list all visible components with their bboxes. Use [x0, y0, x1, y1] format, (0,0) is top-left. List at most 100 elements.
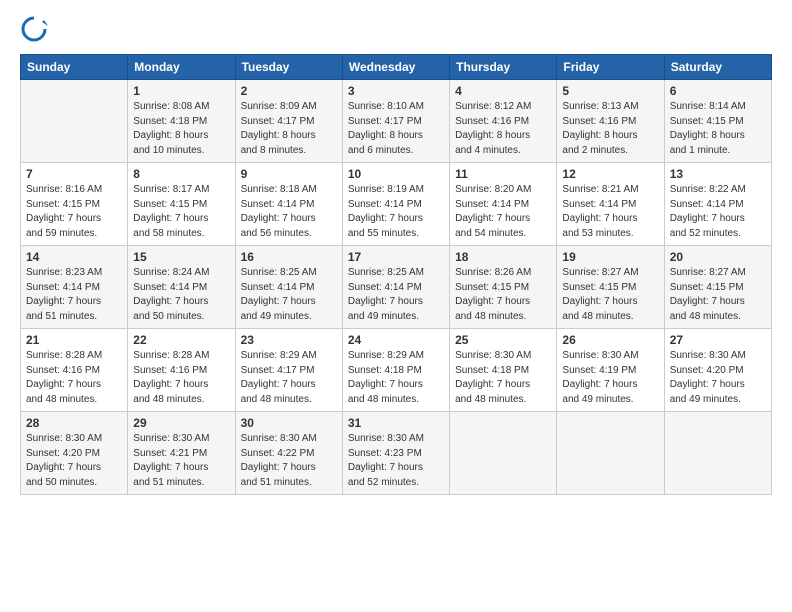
calendar-week-1: 7 Sunrise: 8:16 AM Sunset: 4:15 PM Daylig…: [21, 163, 772, 246]
calendar-cell: 29Sunrise: 8:30 AM Sunset: 4:21 PM Dayli…: [128, 412, 235, 495]
day-number: 4: [455, 84, 551, 98]
day-number: 11: [455, 167, 551, 181]
calendar-week-0: 1 Sunrise: 8:08 AM Sunset: 4:18 PM Daylig…: [21, 80, 772, 163]
calendar-cell: 26 Sunrise: 8:30 AM Sunset: 4:19 PM Dayli…: [557, 329, 664, 412]
day-info: Sunrise: 8:29 AM Sunset: 4:18 PM Dayligh…: [348, 349, 444, 407]
header-day-sunday: Sunday: [21, 55, 128, 80]
calendar-cell: [557, 412, 664, 495]
day-info: Sunrise: 8:13 AM Sunset: 4:16 PM Dayligh…: [562, 100, 658, 158]
day-number: 8: [133, 167, 229, 181]
day-number: 12: [562, 167, 658, 181]
calendar-cell: 31 Sunrise: 8:30 AM Sunset: 4:23 PM Dayli…: [342, 412, 449, 495]
calendar-week-2: 14 Sunrise: 8:23 AM Sunset: 4:14 PM Dayli…: [21, 246, 772, 329]
day-info: Sunrise: 8:30 AM Sunset: 4:18 PM Dayligh…: [455, 349, 551, 407]
day-number: 3: [348, 84, 444, 98]
calendar-week-3: 21Sunrise: 8:28 AM Sunset: 4:16 PM Dayli…: [21, 329, 772, 412]
day-info: Sunrise: 8:30 AM Sunset: 4:20 PM Dayligh…: [26, 432, 122, 490]
day-number: 27: [670, 333, 766, 347]
day-number: 25: [455, 333, 551, 347]
day-info: Sunrise: 8:20 AM Sunset: 4:14 PM Dayligh…: [455, 183, 551, 241]
calendar-cell: 16 Sunrise: 8:25 AM Sunset: 4:14 PM Dayli…: [235, 246, 342, 329]
day-info: Sunrise: 8:08 AM Sunset: 4:18 PM Dayligh…: [133, 100, 229, 158]
calendar-cell: 20 Sunrise: 8:27 AM Sunset: 4:15 PM Dayli…: [664, 246, 771, 329]
day-info: Sunrise: 8:18 AM Sunset: 4:14 PM Dayligh…: [241, 183, 337, 241]
calendar-cell: [450, 412, 557, 495]
day-number: 16: [241, 250, 337, 264]
calendar-cell: [21, 80, 128, 163]
calendar-week-4: 28 Sunrise: 8:30 AM Sunset: 4:20 PM Dayli…: [21, 412, 772, 495]
day-number: 23: [241, 333, 337, 347]
day-number: 17: [348, 250, 444, 264]
day-number: 22: [133, 333, 229, 347]
day-info: Sunrise: 8:28 AM Sunset: 4:16 PM Dayligh…: [133, 349, 229, 407]
day-info: Sunrise: 8:22 AM Sunset: 4:14 PM Dayligh…: [670, 183, 766, 241]
day-info: Sunrise: 8:27 AM Sunset: 4:15 PM Dayligh…: [562, 266, 658, 324]
day-info: Sunrise: 8:26 AM Sunset: 4:15 PM Dayligh…: [455, 266, 551, 324]
calendar-cell: 25 Sunrise: 8:30 AM Sunset: 4:18 PM Dayli…: [450, 329, 557, 412]
day-number: 26: [562, 333, 658, 347]
day-info: Sunrise: 8:30 AM Sunset: 4:23 PM Dayligh…: [348, 432, 444, 490]
day-info: Sunrise: 8:25 AM Sunset: 4:14 PM Dayligh…: [241, 266, 337, 324]
day-number: 2: [241, 84, 337, 98]
calendar-cell: 17 Sunrise: 8:25 AM Sunset: 4:14 PM Dayli…: [342, 246, 449, 329]
day-info: Sunrise: 8:16 AM Sunset: 4:15 PM Dayligh…: [26, 183, 122, 241]
day-number: 19: [562, 250, 658, 264]
day-info: Sunrise: 8:25 AM Sunset: 4:14 PM Dayligh…: [348, 266, 444, 324]
day-number: 20: [670, 250, 766, 264]
day-number: 24: [348, 333, 444, 347]
day-number: 29: [133, 416, 229, 430]
calendar-cell: [664, 412, 771, 495]
header-day-saturday: Saturday: [664, 55, 771, 80]
calendar-table: SundayMondayTuesdayWednesdayThursdayFrid…: [20, 54, 772, 495]
calendar-cell: 4Sunrise: 8:12 AM Sunset: 4:16 PM Daylig…: [450, 80, 557, 163]
day-number: 5: [562, 84, 658, 98]
day-number: 15: [133, 250, 229, 264]
day-number: 13: [670, 167, 766, 181]
day-info: Sunrise: 8:24 AM Sunset: 4:14 PM Dayligh…: [133, 266, 229, 324]
calendar-cell: 13 Sunrise: 8:22 AM Sunset: 4:14 PM Dayli…: [664, 163, 771, 246]
calendar-cell: 2Sunrise: 8:09 AM Sunset: 4:17 PM Daylig…: [235, 80, 342, 163]
day-number: 10: [348, 167, 444, 181]
day-info: Sunrise: 8:30 AM Sunset: 4:22 PM Dayligh…: [241, 432, 337, 490]
logo: [20, 16, 52, 44]
day-info: Sunrise: 8:23 AM Sunset: 4:14 PM Dayligh…: [26, 266, 122, 324]
header-day-tuesday: Tuesday: [235, 55, 342, 80]
day-info: Sunrise: 8:27 AM Sunset: 4:15 PM Dayligh…: [670, 266, 766, 324]
calendar-header-row: SundayMondayTuesdayWednesdayThursdayFrid…: [21, 55, 772, 80]
calendar-cell: 22 Sunrise: 8:28 AM Sunset: 4:16 PM Dayli…: [128, 329, 235, 412]
day-number: 6: [670, 84, 766, 98]
calendar-cell: 30 Sunrise: 8:30 AM Sunset: 4:22 PM Dayli…: [235, 412, 342, 495]
calendar-cell: 5 Sunrise: 8:13 AM Sunset: 4:16 PM Daylig…: [557, 80, 664, 163]
calendar-cell: 7 Sunrise: 8:16 AM Sunset: 4:15 PM Daylig…: [21, 163, 128, 246]
day-info: Sunrise: 8:28 AM Sunset: 4:16 PM Dayligh…: [26, 349, 122, 407]
day-number: 18: [455, 250, 551, 264]
header: [20, 16, 772, 44]
calendar-cell: 24 Sunrise: 8:29 AM Sunset: 4:18 PM Dayli…: [342, 329, 449, 412]
day-number: 31: [348, 416, 444, 430]
calendar-cell: 15 Sunrise: 8:24 AM Sunset: 4:14 PM Dayli…: [128, 246, 235, 329]
calendar-cell: 19 Sunrise: 8:27 AM Sunset: 4:15 PM Dayli…: [557, 246, 664, 329]
calendar-cell: 6 Sunrise: 8:14 AM Sunset: 4:15 PM Daylig…: [664, 80, 771, 163]
calendar-cell: 9 Sunrise: 8:18 AM Sunset: 4:14 PM Daylig…: [235, 163, 342, 246]
calendar-cell: 23Sunrise: 8:29 AM Sunset: 4:17 PM Dayli…: [235, 329, 342, 412]
header-day-friday: Friday: [557, 55, 664, 80]
day-number: 14: [26, 250, 122, 264]
calendar-cell: 3Sunrise: 8:10 AM Sunset: 4:17 PM Daylig…: [342, 80, 449, 163]
day-number: 1: [133, 84, 229, 98]
day-number: 7: [26, 167, 122, 181]
logo-icon: [20, 16, 48, 44]
calendar-cell: 28 Sunrise: 8:30 AM Sunset: 4:20 PM Dayli…: [21, 412, 128, 495]
calendar-cell: 12Sunrise: 8:21 AM Sunset: 4:14 PM Dayli…: [557, 163, 664, 246]
calendar-cell: 11 Sunrise: 8:20 AM Sunset: 4:14 PM Dayli…: [450, 163, 557, 246]
day-number: 9: [241, 167, 337, 181]
day-info: Sunrise: 8:14 AM Sunset: 4:15 PM Dayligh…: [670, 100, 766, 158]
calendar-cell: 27 Sunrise: 8:30 AM Sunset: 4:20 PM Dayli…: [664, 329, 771, 412]
day-info: Sunrise: 8:30 AM Sunset: 4:19 PM Dayligh…: [562, 349, 658, 407]
day-number: 30: [241, 416, 337, 430]
day-number: 28: [26, 416, 122, 430]
page-container: SundayMondayTuesdayWednesdayThursdayFrid…: [0, 0, 792, 505]
calendar-cell: 8Sunrise: 8:17 AM Sunset: 4:15 PM Daylig…: [128, 163, 235, 246]
header-day-monday: Monday: [128, 55, 235, 80]
header-day-thursday: Thursday: [450, 55, 557, 80]
day-info: Sunrise: 8:30 AM Sunset: 4:20 PM Dayligh…: [670, 349, 766, 407]
